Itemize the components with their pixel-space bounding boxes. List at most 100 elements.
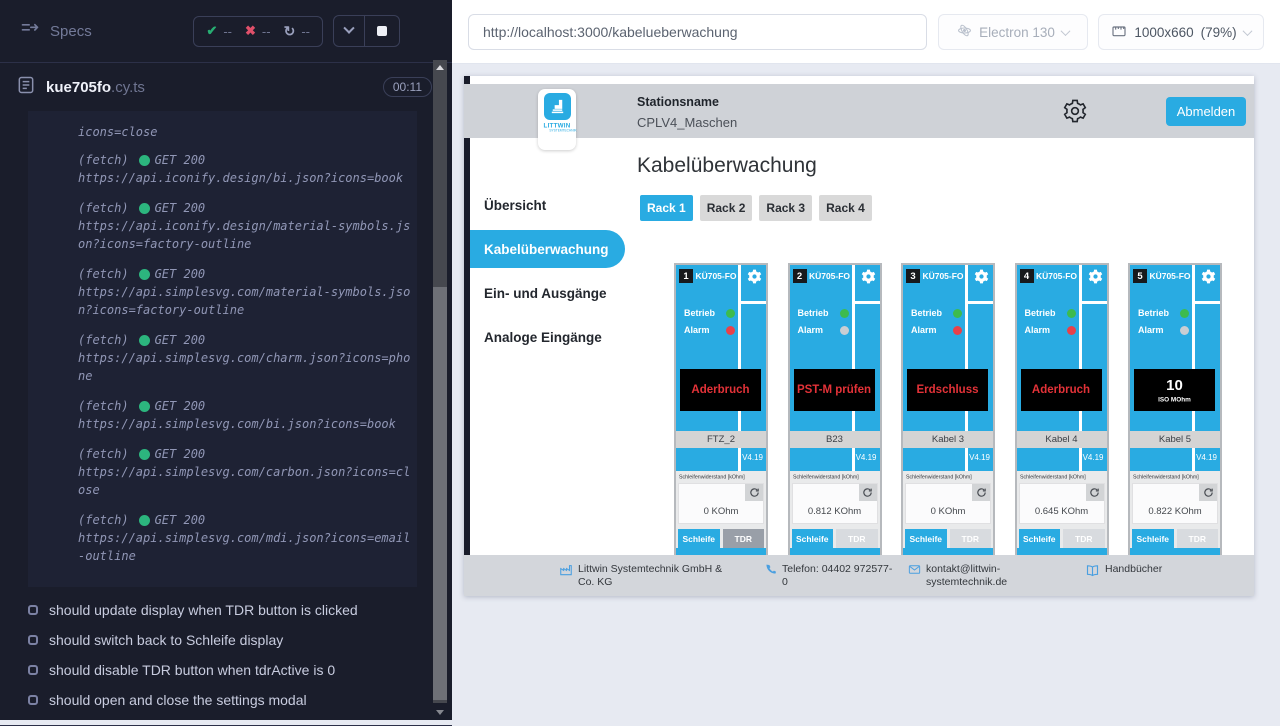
viewport-size: 1000x660 (1134, 25, 1193, 40)
card-strip-divider (1079, 301, 1107, 304)
nav-item[interactable]: Ein- und Ausgänge (470, 271, 619, 315)
scrollbar-thumb[interactable] (433, 287, 447, 700)
card-strip-divider (852, 301, 880, 304)
fetch-label: (fetch) (78, 445, 129, 463)
device-cards: 1 KÜ705-FO Betrieb Alarm Aderbruch FTZ_2… (674, 263, 1222, 557)
stat-failed: ✖-- (245, 23, 271, 39)
tdr-button[interactable]: TDR (1177, 529, 1219, 548)
fetch-status: GET 200 (155, 151, 206, 169)
device-settings-icon[interactable] (1200, 268, 1217, 285)
spec-row[interactable]: kue705fo.cy.ts 00:11 (0, 63, 452, 111)
device-number-badge: 2 (793, 269, 807, 283)
log-entry[interactable]: (fetch)GET 200 https://api.iconify.desig… (78, 151, 413, 187)
log-entry[interactable]: (fetch)GET 200 https://api.simplesvg.com… (78, 265, 413, 319)
log-entry[interactable]: (fetch)GET 200 https://api.iconify.desig… (78, 199, 413, 253)
tdr-button[interactable]: TDR (950, 529, 992, 548)
alarm-led (840, 326, 849, 335)
manuals-link[interactable]: Handbücher (1105, 563, 1162, 576)
resistance-panel: Schleifenwiderstand [kOhm] 0 KOhm Schlei… (676, 471, 766, 548)
schleife-button[interactable]: Schleife (792, 529, 834, 548)
display-value: Aderbruch (1032, 384, 1090, 396)
refresh-button[interactable] (859, 484, 877, 501)
stop-button[interactable] (365, 26, 399, 36)
betrieb-label: Betrieb (1138, 308, 1169, 318)
log-entry-header: (fetch)GET 200 (78, 151, 413, 169)
url-input[interactable] (468, 14, 927, 50)
scroll-up-arrow[interactable] (433, 60, 447, 75)
nav-item[interactable]: Kabelüberwachung (470, 230, 625, 268)
collapse-all-button[interactable] (334, 27, 364, 35)
device-card: 3 KÜ705-FO Betrieb Alarm Erdschluss Kabe… (901, 263, 995, 557)
refresh-button[interactable] (1086, 484, 1104, 501)
refresh-button[interactable] (1199, 484, 1217, 501)
test-list: should update display when TDR button is… (0, 593, 452, 726)
device-display: Erdschluss (907, 369, 988, 411)
device-settings-icon[interactable] (746, 268, 763, 285)
test-item[interactable]: should disable TDR button when tdrActive… (28, 655, 452, 685)
chevron-down-icon (1060, 26, 1070, 36)
log-entries: (fetch)GET 200 https://api.iconify.desig… (78, 151, 413, 565)
tdr-button[interactable]: TDR (836, 529, 878, 548)
refresh-button[interactable] (972, 484, 990, 501)
email-icon (908, 563, 921, 579)
rack-tab[interactable]: Rack 4 (819, 195, 872, 221)
passed-count: -- (223, 24, 232, 39)
app-sidebar-nav: Übersicht Kabelüberwachung Ein- und Ausg… (470, 183, 619, 359)
scroll-down-arrow[interactable] (433, 704, 447, 720)
firmware-version: V4.19 (1083, 453, 1104, 462)
cross-icon: ✖ (245, 23, 256, 39)
logo-subtext: SYSTEMTECHNIK (549, 129, 564, 133)
display-value: PST-M prüfen (797, 384, 871, 396)
viewport-select[interactable]: 1000x660 (79%) (1098, 14, 1264, 50)
test-item[interactable]: should open and close the settings modal (28, 685, 452, 715)
betrieb-label: Betrieb (798, 308, 829, 318)
log-entry[interactable]: (fetch)GET 200 https://api.simplesvg.com… (78, 445, 413, 499)
device-settings-icon[interactable] (973, 268, 990, 285)
tdr-button[interactable]: TDR (1063, 529, 1105, 548)
log-entry-url: https://api.simplesvg.com/carbon.json?ic… (78, 463, 413, 499)
rack-tab[interactable]: Rack 3 (759, 195, 812, 221)
spec-extension: .cy.ts (111, 79, 145, 96)
display-value: Aderbruch (691, 384, 749, 396)
nav-item[interactable]: Analoge Eingänge (470, 315, 619, 359)
device-settings-icon[interactable] (860, 268, 877, 285)
test-title: should open and close the settings modal (49, 692, 307, 708)
device-settings-icon[interactable] (1087, 268, 1104, 285)
log-entry[interactable]: (fetch)GET 200 https://api.simplesvg.com… (78, 511, 413, 565)
specs-toggle[interactable]: Specs (20, 19, 92, 44)
rack-tab[interactable]: Rack 1 (640, 195, 693, 221)
test-title: should update display when TDR button is… (49, 602, 358, 618)
device-card: 4 KÜ705-FO Betrieb Alarm Aderbruch Kabel… (1015, 263, 1109, 557)
schleife-button[interactable]: Schleife (1019, 529, 1061, 548)
rack-tab[interactable]: Rack 2 (700, 195, 753, 221)
resistance-panel: Schleifenwiderstand [kOhm] 0.812 KOhm Sc… (790, 471, 880, 548)
log-entry[interactable]: (fetch)GET 200 https://api.simplesvg.com… (78, 331, 413, 385)
test-runner-panel: Specs ✔-- ✖-- ↻-- kue705fo.cy.ts 00:11 i… (0, 0, 452, 720)
browser-select[interactable]: Electron 130 (938, 14, 1088, 50)
browser-pane: Electron 130 1000x660 (79%) LITTWIN SYST… (452, 0, 1280, 720)
refresh-button[interactable] (745, 484, 763, 501)
test-item[interactable]: should switch back to Schleife display (28, 625, 452, 655)
schleife-button[interactable]: Schleife (1132, 529, 1174, 548)
tdr-button[interactable]: TDR (723, 529, 765, 548)
littwin-logo: LITTWIN SYSTEMTECHNIK (538, 89, 576, 150)
betrieb-label: Betrieb (684, 308, 715, 318)
log-continuation: icons=close (78, 123, 413, 141)
log-entry-header: (fetch)GET 200 (78, 511, 413, 529)
test-item[interactable]: should update display when TDR button is… (28, 595, 452, 625)
stop-icon (377, 26, 387, 36)
settings-gear-icon[interactable] (1062, 98, 1088, 124)
log-entry[interactable]: (fetch)GET 200 https://api.simplesvg.com… (78, 397, 413, 433)
browser-toolbar: Electron 130 1000x660 (79%) (452, 0, 1280, 64)
footer-manuals[interactable]: Handbücher (1085, 563, 1162, 581)
schleife-button[interactable]: Schleife (905, 529, 947, 548)
resistance-readout: 0.645 KOhm (1019, 483, 1105, 524)
chevron-down-icon (1242, 26, 1252, 36)
schleife-button[interactable]: Schleife (678, 529, 720, 548)
nav-item[interactable]: Übersicht (470, 183, 619, 227)
email-address[interactable]: kontakt@littwin-systemtechnik.de (926, 563, 1022, 589)
logout-button[interactable]: Abmelden (1166, 97, 1246, 126)
book-icon (1085, 563, 1100, 581)
runner-scrollbar[interactable] (433, 60, 447, 720)
littwin-logo-icon (544, 93, 571, 120)
